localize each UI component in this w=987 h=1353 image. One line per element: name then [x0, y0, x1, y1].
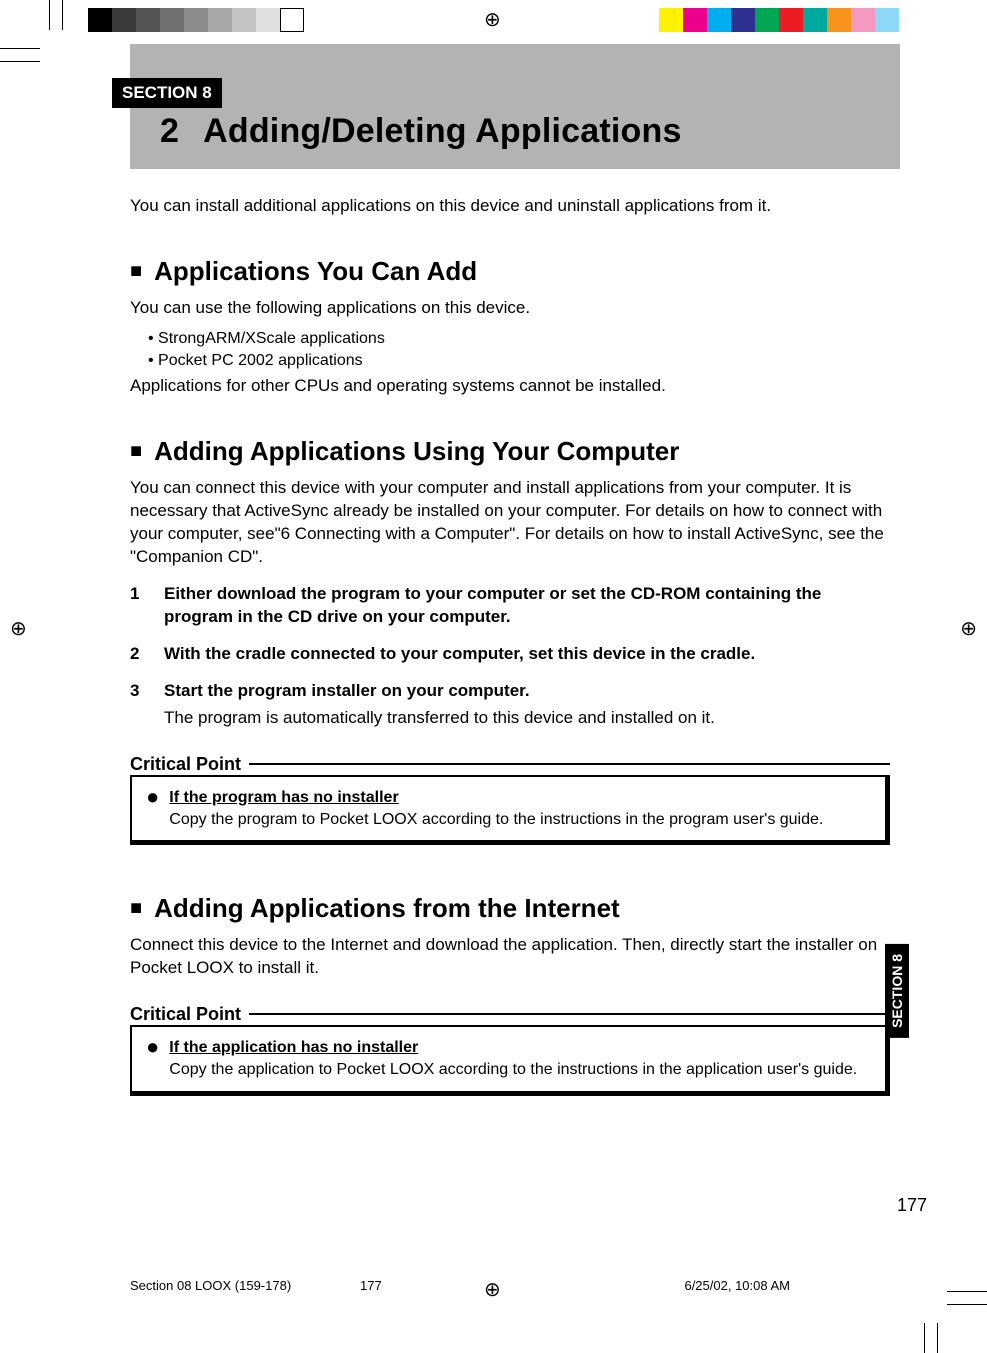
- registration-mark-icon: ⊕: [484, 1280, 501, 1300]
- critical-point-box: ● If the program has no installer Copy t…: [130, 775, 890, 845]
- chapter-number: 2: [160, 112, 179, 150]
- step-note: The program is automatically transferred…: [164, 707, 890, 730]
- color-swatch: [160, 8, 184, 32]
- section-using-computer: Adding Applications Using Your Computer …: [130, 434, 890, 845]
- color-swatch: [88, 8, 112, 32]
- bullet-icon: ●: [146, 787, 159, 830]
- crop-mark: [924, 1323, 925, 1353]
- section-applications-you-can-add: Applications You Can Add You can use the…: [130, 254, 890, 398]
- section-heading: Adding Applications from the Internet: [130, 891, 890, 926]
- step-number: 1: [130, 583, 144, 629]
- section-lead: You can use the following applications o…: [130, 297, 890, 320]
- critical-point-label: Critical Point: [130, 752, 890, 776]
- color-swatch: [803, 8, 827, 32]
- application-list: StrongARM/XScale applications Pocket PC …: [148, 328, 890, 371]
- critical-point-item: ● If the application has no installer Co…: [146, 1037, 871, 1080]
- list-item: StrongARM/XScale applications: [148, 328, 890, 350]
- crop-mark: [0, 61, 40, 62]
- section-lead: Connect this device to the Internet and …: [130, 934, 890, 980]
- color-swatch: [232, 8, 256, 32]
- step-text: Either download the program to your comp…: [164, 583, 890, 629]
- section-heading: Adding Applications Using Your Computer: [130, 434, 890, 469]
- side-section-tab: SECTION 8: [885, 944, 909, 1038]
- divider-line: [249, 1013, 890, 1015]
- critical-point-body: Copy the application to Pocket LOOX acco…: [169, 1059, 857, 1081]
- chapter-title: 2 Adding/Deleting Applications: [130, 108, 900, 159]
- critical-point-block: Critical Point ● If the application has …: [130, 1002, 890, 1095]
- critical-point-text: Critical Point: [130, 752, 241, 776]
- critical-point-block: Critical Point ● If the program has no i…: [130, 752, 890, 845]
- color-swatch: [112, 8, 136, 32]
- critical-point-box: ● If the application has no installer Co…: [130, 1025, 890, 1095]
- intro-paragraph: You can install additional applications …: [130, 195, 890, 218]
- step-number: 2: [130, 643, 144, 666]
- color-swatch: [683, 8, 707, 32]
- step-number: 3: [130, 680, 144, 703]
- color-swatch: [827, 8, 851, 32]
- page-number: 177: [897, 1195, 927, 1216]
- critical-point-text: Critical Point: [130, 1002, 241, 1026]
- color-swatch: [731, 8, 755, 32]
- color-swatch: [184, 8, 208, 32]
- color-swatch: [659, 8, 683, 32]
- color-swatch: [707, 8, 731, 32]
- crop-mark: [947, 1291, 987, 1292]
- bullet-icon: ●: [146, 1037, 159, 1080]
- section-tail: Applications for other CPUs and operatin…: [130, 375, 890, 398]
- step: 2 With the cradle connected to your comp…: [130, 643, 890, 666]
- footer-right: 6/25/02, 10:08 AM: [684, 1278, 790, 1293]
- critical-point-heading: If the program has no installer: [169, 789, 398, 806]
- color-swatch: [875, 8, 899, 32]
- step: 3 Start the program installer on your co…: [130, 680, 890, 703]
- section-heading: Applications You Can Add: [130, 254, 890, 289]
- color-swatch: [755, 8, 779, 32]
- color-swatch: [779, 8, 803, 32]
- list-item: Pocket PC 2002 applications: [148, 350, 890, 372]
- section-tag: SECTION 8: [112, 78, 222, 108]
- critical-point-heading: If the application has no installer: [169, 1039, 418, 1056]
- critical-point-label: Critical Point: [130, 1002, 890, 1026]
- crop-mark: [947, 1304, 987, 1305]
- color-swatch: [208, 8, 232, 32]
- page-content: SECTION 8 2Adding/Deleting Applications …: [130, 44, 900, 1096]
- chapter-title-text: Adding/Deleting Applications: [203, 112, 681, 150]
- step: 1 Either download the program to your co…: [130, 583, 890, 629]
- step-list: 1 Either download the program to your co…: [130, 583, 890, 730]
- step-text: With the cradle connected to your comput…: [164, 643, 890, 666]
- registration-mark-icon: ⊕: [10, 619, 27, 639]
- footer-left: Section 08 LOOX (159-178): [130, 1278, 291, 1293]
- color-swatch: [851, 8, 875, 32]
- color-swatch: [136, 8, 160, 32]
- registration-mark-icon: ⊕: [960, 619, 977, 639]
- color-swatch: [280, 8, 304, 32]
- footer-center: 177: [360, 1278, 382, 1293]
- step-text: Start the program installer on your comp…: [164, 680, 890, 703]
- color-swatch: [256, 8, 280, 32]
- crop-mark: [937, 1323, 938, 1353]
- section-lead: You can connect this device with your co…: [130, 477, 890, 569]
- chapter-header: SECTION 8 2Adding/Deleting Applications: [130, 44, 900, 169]
- registration-mark-icon: ⊕: [484, 10, 501, 30]
- crop-mark: [0, 48, 40, 49]
- critical-point-body: Copy the program to Pocket LOOX accordin…: [169, 809, 823, 831]
- critical-point-item: ● If the program has no installer Copy t…: [146, 787, 871, 830]
- section-from-internet: Adding Applications from the Internet Co…: [130, 891, 890, 1095]
- divider-line: [249, 763, 890, 765]
